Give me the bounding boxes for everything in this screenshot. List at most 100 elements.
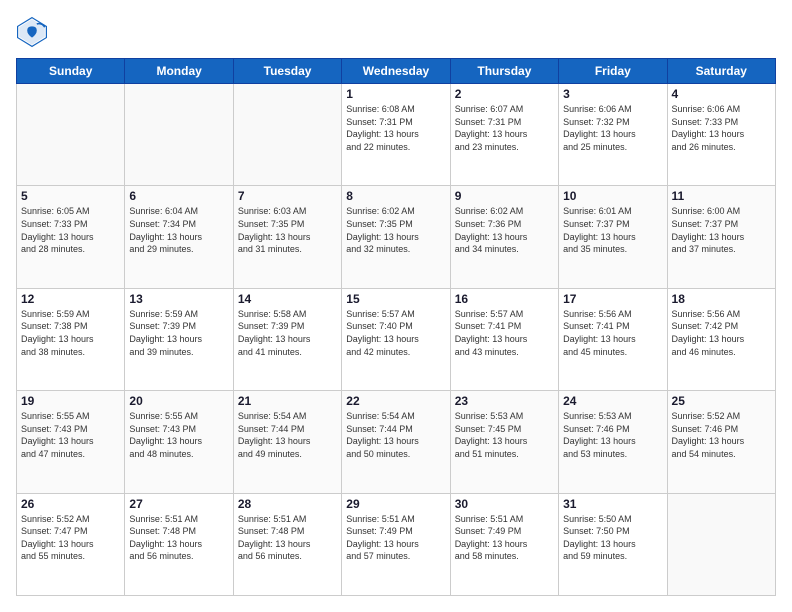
day-number: 8 xyxy=(346,189,445,203)
calendar-cell: 24 Sunrise: 5:53 AM Sunset: 7:46 PM Dayli… xyxy=(559,391,667,493)
day-number: 3 xyxy=(563,87,662,101)
day-info: Sunrise: 5:53 AM Sunset: 7:46 PM Dayligh… xyxy=(563,410,662,460)
calendar-cell: 28 Sunrise: 5:51 AM Sunset: 7:48 PM Dayli… xyxy=(233,493,341,595)
calendar-cell: 17 Sunrise: 5:56 AM Sunset: 7:41 PM Dayli… xyxy=(559,288,667,390)
calendar-cell xyxy=(17,84,125,186)
day-number: 28 xyxy=(238,497,337,511)
day-number: 24 xyxy=(563,394,662,408)
day-info: Sunrise: 6:01 AM Sunset: 7:37 PM Dayligh… xyxy=(563,205,662,255)
day-info: Sunrise: 6:05 AM Sunset: 7:33 PM Dayligh… xyxy=(21,205,120,255)
calendar-cell: 13 Sunrise: 5:59 AM Sunset: 7:39 PM Dayli… xyxy=(125,288,233,390)
day-info: Sunrise: 5:54 AM Sunset: 7:44 PM Dayligh… xyxy=(238,410,337,460)
day-number: 26 xyxy=(21,497,120,511)
logo xyxy=(16,16,52,48)
day-info: Sunrise: 6:06 AM Sunset: 7:32 PM Dayligh… xyxy=(563,103,662,153)
calendar-cell: 11Sunrise: 6:00 AM Sunset: 7:37 PM Dayli… xyxy=(667,186,775,288)
calendar-cell: 21 Sunrise: 5:54 AM Sunset: 7:44 PM Dayli… xyxy=(233,391,341,493)
weekday-header-friday: Friday xyxy=(559,59,667,84)
weekday-header-sunday: Sunday xyxy=(17,59,125,84)
calendar-cell: 16Sunrise: 5:57 AM Sunset: 7:41 PM Dayli… xyxy=(450,288,558,390)
calendar-cell: 20 Sunrise: 5:55 AM Sunset: 7:43 PM Dayli… xyxy=(125,391,233,493)
day-number: 15 xyxy=(346,292,445,306)
day-number: 14 xyxy=(238,292,337,306)
day-info: Sunrise: 5:57 AM Sunset: 7:41 PM Dayligh… xyxy=(455,308,554,358)
day-info: Sunrise: 6:00 AM Sunset: 7:37 PM Dayligh… xyxy=(672,205,771,255)
day-info: Sunrise: 5:52 AM Sunset: 7:46 PM Dayligh… xyxy=(672,410,771,460)
day-number: 13 xyxy=(129,292,228,306)
calendar-cell xyxy=(233,84,341,186)
day-number: 7 xyxy=(238,189,337,203)
calendar-cell: 14 Sunrise: 5:58 AM Sunset: 7:39 PM Dayli… xyxy=(233,288,341,390)
day-info: Sunrise: 5:58 AM Sunset: 7:39 PM Dayligh… xyxy=(238,308,337,358)
day-number: 12 xyxy=(21,292,120,306)
calendar-cell: 10 Sunrise: 6:01 AM Sunset: 7:37 PM Dayli… xyxy=(559,186,667,288)
week-row-5: 26 Sunrise: 5:52 AM Sunset: 7:47 PM Dayli… xyxy=(17,493,776,595)
calendar-cell: 30 Sunrise: 5:51 AM Sunset: 7:49 PM Dayli… xyxy=(450,493,558,595)
calendar-cell: 29 Sunrise: 5:51 AM Sunset: 7:49 PM Dayli… xyxy=(342,493,450,595)
week-row-1: 1 Sunrise: 6:08 AM Sunset: 7:31 PM Daylig… xyxy=(17,84,776,186)
day-info: Sunrise: 5:55 AM Sunset: 7:43 PM Dayligh… xyxy=(129,410,228,460)
day-number: 18 xyxy=(672,292,771,306)
day-number: 6 xyxy=(129,189,228,203)
day-number: 1 xyxy=(346,87,445,101)
calendar-cell: 8 Sunrise: 6:02 AM Sunset: 7:35 PM Daylig… xyxy=(342,186,450,288)
day-info: Sunrise: 5:53 AM Sunset: 7:45 PM Dayligh… xyxy=(455,410,554,460)
calendar-cell: 31Sunrise: 5:50 AM Sunset: 7:50 PM Dayli… xyxy=(559,493,667,595)
calendar-cell: 6 Sunrise: 6:04 AM Sunset: 7:34 PM Daylig… xyxy=(125,186,233,288)
calendar-cell: 26 Sunrise: 5:52 AM Sunset: 7:47 PM Dayli… xyxy=(17,493,125,595)
day-number: 20 xyxy=(129,394,228,408)
header xyxy=(16,16,776,48)
calendar-cell: 23 Sunrise: 5:53 AM Sunset: 7:45 PM Dayli… xyxy=(450,391,558,493)
week-row-2: 5Sunrise: 6:05 AM Sunset: 7:33 PM Daylig… xyxy=(17,186,776,288)
day-info: Sunrise: 6:04 AM Sunset: 7:34 PM Dayligh… xyxy=(129,205,228,255)
week-row-3: 12 Sunrise: 5:59 AM Sunset: 7:38 PM Dayli… xyxy=(17,288,776,390)
day-info: Sunrise: 5:52 AM Sunset: 7:47 PM Dayligh… xyxy=(21,513,120,563)
day-info: Sunrise: 5:54 AM Sunset: 7:44 PM Dayligh… xyxy=(346,410,445,460)
calendar-cell: 15 Sunrise: 5:57 AM Sunset: 7:40 PM Dayli… xyxy=(342,288,450,390)
calendar-table: SundayMondayTuesdayWednesdayThursdayFrid… xyxy=(16,58,776,596)
day-info: Sunrise: 6:02 AM Sunset: 7:35 PM Dayligh… xyxy=(346,205,445,255)
day-info: Sunrise: 6:02 AM Sunset: 7:36 PM Dayligh… xyxy=(455,205,554,255)
calendar-cell: 19 Sunrise: 5:55 AM Sunset: 7:43 PM Dayli… xyxy=(17,391,125,493)
calendar-cell: 25 Sunrise: 5:52 AM Sunset: 7:46 PM Dayli… xyxy=(667,391,775,493)
weekday-header-wednesday: Wednesday xyxy=(342,59,450,84)
calendar-cell xyxy=(667,493,775,595)
day-number: 19 xyxy=(21,394,120,408)
day-number: 25 xyxy=(672,394,771,408)
day-info: Sunrise: 5:51 AM Sunset: 7:49 PM Dayligh… xyxy=(455,513,554,563)
calendar-cell: 4 Sunrise: 6:06 AM Sunset: 7:33 PM Daylig… xyxy=(667,84,775,186)
week-row-4: 19 Sunrise: 5:55 AM Sunset: 7:43 PM Dayli… xyxy=(17,391,776,493)
day-number: 10 xyxy=(563,189,662,203)
calendar-cell: 27Sunrise: 5:51 AM Sunset: 7:48 PM Dayli… xyxy=(125,493,233,595)
logo-icon xyxy=(16,16,48,48)
day-info: Sunrise: 5:57 AM Sunset: 7:40 PM Dayligh… xyxy=(346,308,445,358)
day-info: Sunrise: 6:08 AM Sunset: 7:31 PM Dayligh… xyxy=(346,103,445,153)
day-number: 21 xyxy=(238,394,337,408)
day-info: Sunrise: 5:59 AM Sunset: 7:39 PM Dayligh… xyxy=(129,308,228,358)
day-info: Sunrise: 5:55 AM Sunset: 7:43 PM Dayligh… xyxy=(21,410,120,460)
weekday-header-tuesday: Tuesday xyxy=(233,59,341,84)
day-number: 9 xyxy=(455,189,554,203)
day-number: 4 xyxy=(672,87,771,101)
day-info: Sunrise: 5:51 AM Sunset: 7:48 PM Dayligh… xyxy=(238,513,337,563)
calendar-cell: 3 Sunrise: 6:06 AM Sunset: 7:32 PM Daylig… xyxy=(559,84,667,186)
calendar-cell: 18Sunrise: 5:56 AM Sunset: 7:42 PM Dayli… xyxy=(667,288,775,390)
calendar-cell: 9 Sunrise: 6:02 AM Sunset: 7:36 PM Daylig… xyxy=(450,186,558,288)
day-info: Sunrise: 5:51 AM Sunset: 7:49 PM Dayligh… xyxy=(346,513,445,563)
calendar-cell: 22 Sunrise: 5:54 AM Sunset: 7:44 PM Dayli… xyxy=(342,391,450,493)
day-number: 22 xyxy=(346,394,445,408)
day-number: 27 xyxy=(129,497,228,511)
weekday-header-saturday: Saturday xyxy=(667,59,775,84)
weekday-header-thursday: Thursday xyxy=(450,59,558,84)
calendar-cell: 5Sunrise: 6:05 AM Sunset: 7:33 PM Daylig… xyxy=(17,186,125,288)
day-number: 23 xyxy=(455,394,554,408)
day-info: Sunrise: 6:06 AM Sunset: 7:33 PM Dayligh… xyxy=(672,103,771,153)
day-number: 17 xyxy=(563,292,662,306)
day-info: Sunrise: 5:56 AM Sunset: 7:41 PM Dayligh… xyxy=(563,308,662,358)
weekday-header-monday: Monday xyxy=(125,59,233,84)
day-info: Sunrise: 5:50 AM Sunset: 7:50 PM Dayligh… xyxy=(563,513,662,563)
day-info: Sunrise: 5:59 AM Sunset: 7:38 PM Dayligh… xyxy=(21,308,120,358)
day-number: 30 xyxy=(455,497,554,511)
day-number: 2 xyxy=(455,87,554,101)
day-number: 29 xyxy=(346,497,445,511)
